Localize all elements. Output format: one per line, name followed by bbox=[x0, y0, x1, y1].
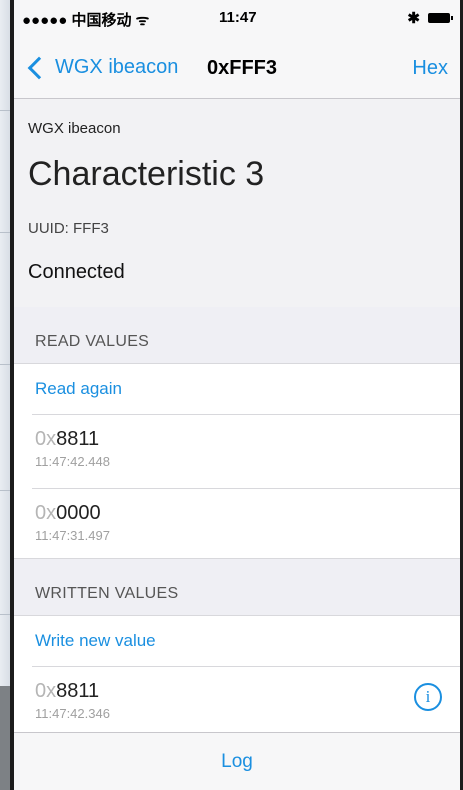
read-values-list: Read again 0x8811 11:47:42.448 0x0000 11… bbox=[14, 363, 460, 562]
read-value-row[interactable]: 0x0000 11:47:31.497 bbox=[32, 489, 460, 562]
uuid-label: UUID: FFF3 bbox=[28, 220, 109, 237]
battery-icon bbox=[428, 13, 453, 23]
hex-value: 0000 bbox=[56, 502, 101, 524]
navigation-bar: WGX ibeacon 0xFFF3 Hex bbox=[14, 40, 460, 99]
read-timestamp: 11:47:31.497 bbox=[35, 528, 110, 543]
written-values-header-label: WRITTEN VALUES bbox=[35, 585, 179, 602]
read-values-header-label: READ VALUES bbox=[35, 333, 150, 350]
read-value-row[interactable]: 0x8811 11:47:42.448 bbox=[32, 415, 460, 489]
back-button[interactable]: WGX ibeacon bbox=[26, 56, 178, 79]
status-bar: ●●●●● 中国移动 ᯤ 11:47 ✱ bbox=[14, 0, 460, 40]
phone-screen: ●●●●● 中国移动 ᯤ 11:47 ✱ WGX ibeacon 0xFFF3 … bbox=[14, 0, 460, 790]
info-icon[interactable]: i bbox=[414, 683, 442, 711]
chevron-left-icon bbox=[27, 56, 51, 79]
written-value: 0x8811 bbox=[35, 680, 99, 703]
read-values-header: READ VALUES bbox=[14, 307, 460, 363]
written-values-list: Write new value 0x8811 11:47:42.346 i bbox=[14, 615, 460, 740]
written-values-header: WRITTEN VALUES bbox=[14, 558, 460, 615]
read-again-row[interactable]: Read again bbox=[32, 364, 460, 415]
status-time: 11:47 bbox=[219, 9, 257, 26]
characteristic-name: Characteristic 3 bbox=[28, 155, 265, 193]
hex-value: 8811 bbox=[56, 428, 100, 450]
written-value-row[interactable]: 0x8811 11:47:42.346 i bbox=[32, 667, 460, 740]
nav-title: 0xFFF3 bbox=[207, 57, 278, 79]
carrier-signal: ●●●●● 中国移动 ᯤ bbox=[22, 12, 150, 29]
bluetooth-icon: ✱ bbox=[407, 10, 420, 27]
read-value: 0x8811 bbox=[35, 428, 99, 451]
write-new-value-row[interactable]: Write new value bbox=[32, 616, 460, 667]
status-right: ✱ bbox=[407, 9, 453, 27]
read-value: 0x0000 bbox=[35, 502, 101, 525]
read-timestamp: 11:47:42.448 bbox=[35, 454, 110, 469]
hex-toggle-button[interactable]: Hex bbox=[412, 57, 448, 80]
hex-value: 8811 bbox=[56, 680, 100, 702]
written-timestamp: 11:47:42.346 bbox=[35, 706, 110, 721]
bottom-toolbar: Log bbox=[14, 732, 460, 790]
hex-prefix: 0x bbox=[35, 680, 57, 702]
write-new-value-button[interactable]: Write new value bbox=[35, 631, 156, 651]
back-label: WGX ibeacon bbox=[55, 56, 179, 78]
device-name: WGX ibeacon bbox=[28, 120, 121, 137]
characteristic-info: WGX ibeacon Characteristic 3 UUID: FFF3 … bbox=[14, 99, 460, 307]
log-button[interactable]: Log bbox=[14, 751, 460, 773]
hex-prefix: 0x bbox=[35, 502, 57, 524]
read-again-button[interactable]: Read again bbox=[35, 379, 122, 399]
hex-prefix: 0x bbox=[35, 428, 57, 450]
connection-status: Connected bbox=[28, 261, 125, 283]
